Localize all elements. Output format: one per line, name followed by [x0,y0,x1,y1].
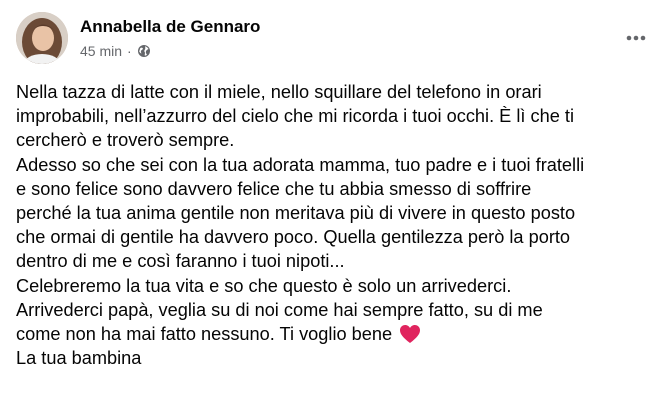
meta-separator: · [127,43,132,59]
avatar[interactable] [16,12,68,64]
post-text-line: e sono felice sono davvero felice che tu… [16,178,532,199]
post-text-line: dentro di me e così faranno i tuoi nipot… [16,251,345,272]
author-name[interactable]: Annabella de Gennaro [80,17,260,37]
red-heart-icon [399,324,421,344]
post-text: Nella tazza di latte con il miele, nello… [16,80,656,370]
post-text-line: improbabili, nell’azzurro del cielo che … [16,106,574,127]
post-text-line: La tua bambina [16,348,142,369]
post-meta: 45 min · [80,43,151,59]
post-header: Annabella de Gennaro 45 min · [16,12,654,68]
post-text-line: Adesso so che sei con la tua adorata mam… [16,154,585,175]
post-text-line: Arrivederci papà, veglia su di noi come … [16,299,543,320]
more-options-button[interactable] [618,20,654,56]
post-time[interactable]: 45 min [80,43,122,59]
globe-icon[interactable] [137,44,151,58]
facebook-post: Annabella de Gennaro 45 min · Nella tazz… [0,0,670,411]
post-text-line: Nella tazza di latte con il miele, nello… [16,82,542,102]
post-text-line: come non ha mai fatto nessuno. Ti voglio… [16,324,393,345]
post-text-line: Celebreremo la tua vita e so che questo … [16,275,512,296]
post-text-line-with-heart: come non ha mai fatto nessuno. Ti voglio… [16,322,656,346]
post-text-line: che ormai di gentile ha davvero poco. Qu… [16,227,571,248]
post-text-line: perché la tua anima gentile non meritava… [16,203,576,224]
post-text-line: cercherò e troverò sempre. [16,130,235,151]
more-options-icon [626,35,646,41]
